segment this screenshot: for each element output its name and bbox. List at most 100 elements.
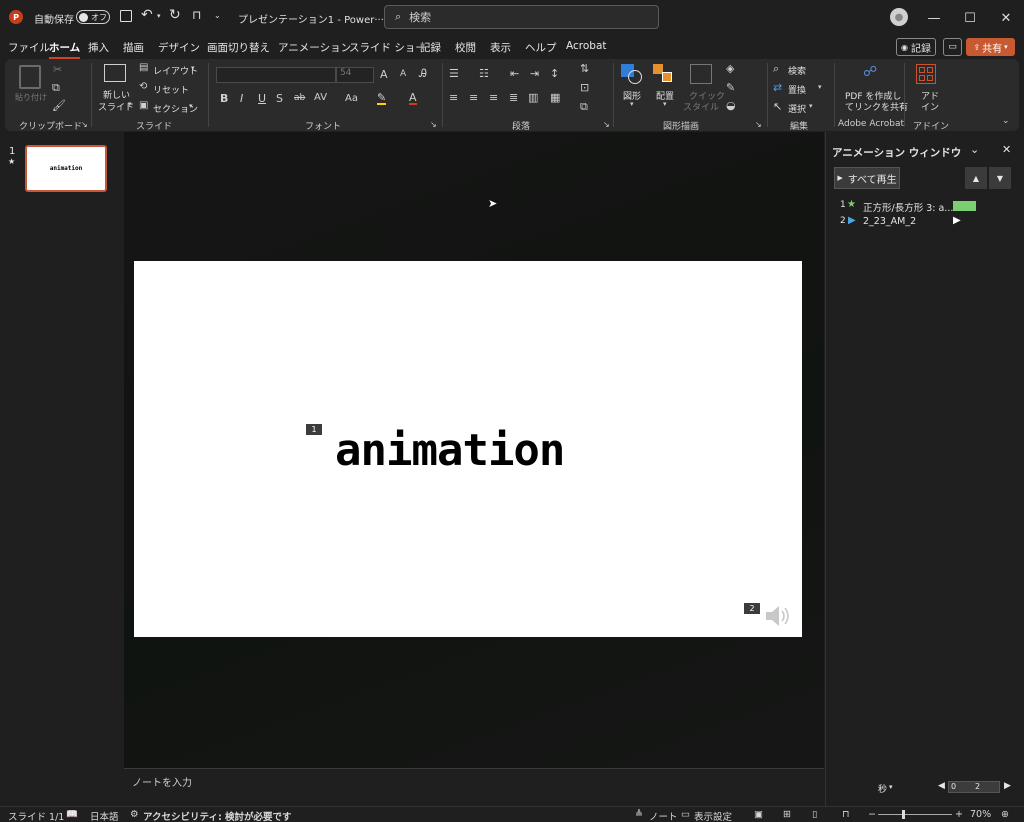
distribute-icon[interactable]: ▥: [528, 92, 538, 103]
zoom-in-icon[interactable]: +: [955, 809, 963, 820]
tab-view[interactable]: 表示: [490, 40, 511, 55]
audio-speaker-icon[interactable]: [764, 603, 792, 629]
zoom-slider[interactable]: [878, 810, 952, 819]
shapes-icon[interactable]: [621, 64, 643, 84]
cut-icon[interactable]: ✂: [53, 64, 62, 75]
save-icon[interactable]: [120, 10, 132, 22]
tab-slideshow[interactable]: スライド ショー: [349, 40, 426, 55]
shape-effects-icon[interactable]: ◒: [726, 100, 736, 111]
fit-slide-icon[interactable]: ⊕: [1001, 809, 1009, 820]
addins-label-2[interactable]: イン: [921, 100, 939, 113]
shape-fill-icon[interactable]: ◈: [726, 63, 734, 74]
play-all-button[interactable]: ▶ すべて再生: [834, 167, 900, 189]
italic-button[interactable]: I: [240, 93, 243, 104]
chevron-down-icon[interactable]: ▾: [128, 101, 132, 108]
paste-label[interactable]: 貼り付け: [15, 92, 47, 103]
record-button[interactable]: ◉ 記録: [896, 38, 936, 56]
smartart-icon[interactable]: ⧉: [580, 101, 588, 112]
tab-draw[interactable]: 描画: [123, 40, 144, 55]
undo-icon[interactable]: ↶: [141, 7, 153, 23]
dialog-launcher-icon[interactable]: ↘: [755, 121, 762, 129]
chevron-down-icon[interactable]: ▾: [809, 103, 813, 110]
tab-acrobat[interactable]: Acrobat: [566, 40, 607, 52]
underline-button[interactable]: U: [258, 93, 266, 104]
share-button[interactable]: ⇪ 共有 ▾: [966, 38, 1015, 56]
spelling-icon[interactable]: 📖: [66, 809, 78, 820]
comments-button[interactable]: ▭: [943, 38, 962, 56]
quick-styles-icon[interactable]: [690, 64, 712, 84]
shadow-button[interactable]: S: [276, 93, 283, 104]
tab-design[interactable]: デザイン: [158, 40, 200, 55]
quick-styles-label-2[interactable]: スタイル: [683, 100, 719, 113]
columns-icon[interactable]: ▦: [550, 92, 560, 103]
close-button[interactable]: ✕: [996, 8, 1016, 28]
align-right-icon[interactable]: ≡: [489, 92, 498, 103]
timeline-scale[interactable]: 0 2: [948, 781, 1000, 793]
chevron-down-icon[interactable]: ▾: [818, 84, 822, 91]
tab-record[interactable]: 記録: [420, 40, 441, 55]
chevron-down-icon[interactable]: ▾: [191, 65, 195, 72]
timeline-right-icon[interactable]: ▶: [1004, 781, 1011, 791]
chevron-down-icon[interactable]: ▾: [189, 103, 193, 110]
account-avatar[interactable]: ●: [890, 8, 908, 26]
tab-transitions[interactable]: 画面切り替え: [207, 40, 270, 55]
display-settings-icon[interactable]: ▭: [681, 809, 690, 820]
shrink-font-icon[interactable]: A: [400, 70, 406, 79]
chevron-down-icon[interactable]: ▾: [663, 101, 667, 108]
pane-close-icon[interactable]: ✕: [1002, 143, 1011, 156]
select-icon[interactable]: ↖: [773, 101, 782, 112]
reset-icon[interactable]: ⟲: [139, 82, 147, 92]
tab-home[interactable]: ホーム: [49, 40, 81, 59]
grow-font-icon[interactable]: A: [380, 69, 388, 80]
dialog-launcher-icon[interactable]: ↘: [603, 121, 610, 129]
seconds-dropdown[interactable]: 秒: [878, 782, 887, 795]
customize-qat-icon[interactable]: ⌄: [214, 11, 221, 20]
slide-text-box[interactable]: animation: [335, 425, 565, 476]
animation-list-item[interactable]: 2 ▶ 2_23_AM_2 ▶: [835, 215, 1015, 229]
font-size-input[interactable]: 54: [336, 67, 374, 83]
pane-options-icon[interactable]: ⌄: [970, 143, 979, 156]
strikethrough-button[interactable]: ab: [294, 94, 305, 103]
autosave-toggle[interactable]: オフ: [76, 10, 110, 24]
zoom-level[interactable]: 70%: [970, 809, 991, 820]
move-down-button[interactable]: ▼: [989, 167, 1011, 189]
slideshow-icon[interactable]: ⊓: [842, 809, 849, 820]
tab-help[interactable]: ヘルプ: [525, 40, 557, 55]
addins-icon[interactable]: [916, 64, 936, 84]
align-text-icon[interactable]: ⊡: [580, 82, 589, 93]
tab-insert[interactable]: 挿入: [88, 40, 109, 55]
zoom-out-icon[interactable]: −: [868, 809, 876, 820]
slide-thumbnail[interactable]: animation: [25, 145, 107, 192]
slide-sorter-icon[interactable]: ⊞: [783, 809, 791, 820]
bullets-icon[interactable]: ☰: [449, 68, 459, 79]
zoom-slider-thumb[interactable]: [902, 810, 905, 819]
new-slide-icon[interactable]: [104, 64, 126, 82]
search-input[interactable]: ⌕ 検索: [384, 5, 659, 29]
timing-bar[interactable]: [953, 201, 976, 211]
line-spacing-icon[interactable]: ↕: [550, 68, 559, 79]
redo-icon[interactable]: ↻: [169, 7, 181, 23]
tab-file[interactable]: ファイル: [8, 40, 50, 55]
tab-animations[interactable]: アニメーション: [278, 40, 351, 55]
section-icon[interactable]: ▣: [139, 101, 148, 111]
font-color-button[interactable]: A: [409, 92, 417, 105]
normal-view-icon[interactable]: ▣: [754, 809, 763, 820]
create-pdf-label-2[interactable]: てリンクを共有: [845, 100, 908, 113]
language-label[interactable]: 日本語: [90, 809, 119, 822]
undo-dropdown-icon[interactable]: ▾: [157, 12, 161, 20]
layout-icon[interactable]: ▤: [139, 63, 148, 73]
font-name-input[interactable]: [216, 67, 336, 83]
clear-format-icon[interactable]: Ꭿ: [419, 68, 427, 79]
notes-icon[interactable]: ≜: [635, 809, 643, 820]
replace-button[interactable]: 置換: [788, 83, 806, 96]
text-direction-icon[interactable]: ⇅: [580, 63, 589, 74]
timeline-left-icon[interactable]: ◀: [938, 781, 945, 791]
reset-button[interactable]: リセット: [153, 83, 189, 96]
notes-pane[interactable]: ノートを入力: [124, 768, 824, 806]
move-up-button[interactable]: ▲: [965, 167, 987, 189]
align-left-icon[interactable]: ≡: [449, 92, 458, 103]
change-case-button[interactable]: Aa: [345, 94, 358, 104]
highlight-icon[interactable]: ✎: [377, 92, 387, 105]
replace-icon[interactable]: ⇄: [773, 82, 782, 93]
dialog-launcher-icon[interactable]: ↘: [81, 121, 88, 129]
